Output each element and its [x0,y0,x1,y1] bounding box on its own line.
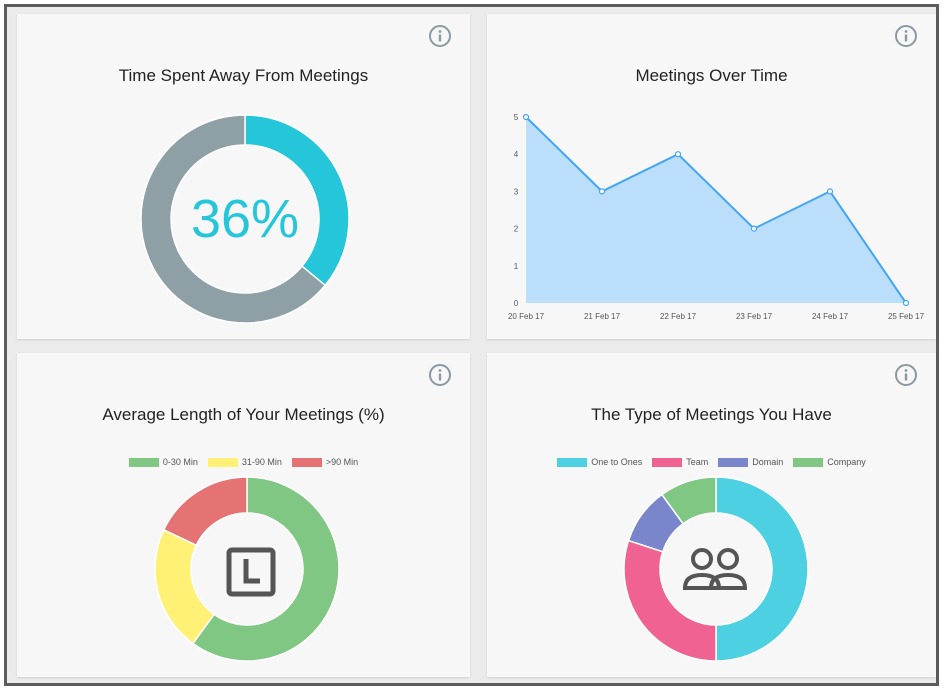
data-point[interactable] [598,188,606,195]
x-tick-label: 20 Feb 17 [508,312,545,321]
people-icon [682,548,748,590]
y-tick-label: 2 [514,225,519,234]
y-tick-label: 5 [514,113,519,122]
card-meeting-types: The Type of Meetings You Have One to One… [487,353,936,677]
data-point[interactable] [902,299,910,307]
donut-chart-away: 36% [140,114,350,324]
data-point[interactable] [826,188,834,195]
x-tick-label: 21 Feb 17 [584,312,621,321]
clock-icon [226,547,276,597]
x-tick-label: 24 Feb 17 [812,312,849,321]
x-tick-label: 22 Feb 17 [660,312,697,321]
donut-slice-team[interactable] [623,539,717,662]
donut-chart-length [154,476,340,662]
card-time-away: Time Spent Away From Meetings 36% [17,14,470,339]
card-meetings-over-time: Meetings Over Time 0 1 2 3 4 5 20 Feb 17 21 Feb… [487,14,936,339]
y-tick-label: 4 [514,150,519,159]
center-percentage: 36% [191,189,299,249]
area-chart: 0 1 2 3 4 5 20 Feb 17 21 Feb 17 22 Feb 17 23 Feb … [508,113,925,321]
data-point[interactable] [522,113,530,121]
y-tick-label: 3 [514,187,519,196]
x-tick-label: 23 Feb 17 [736,312,773,321]
dashboard-frame: Time Spent Away From Meetings 36% Meetin… [4,4,939,686]
donut-slice-31-90-min[interactable] [154,528,216,645]
donut-chart-types [623,476,809,662]
y-tick-label: 0 [514,299,519,308]
data-point[interactable] [674,151,682,158]
x-tick-label: 25 Feb 17 [888,312,925,321]
data-point[interactable] [750,225,758,232]
area-fill [526,117,906,303]
y-tick-label: 1 [514,262,519,271]
donut-slice--90-min[interactable] [162,476,248,547]
card-meeting-length: Average Length of Your Meetings (%) 0-30… [17,353,470,677]
